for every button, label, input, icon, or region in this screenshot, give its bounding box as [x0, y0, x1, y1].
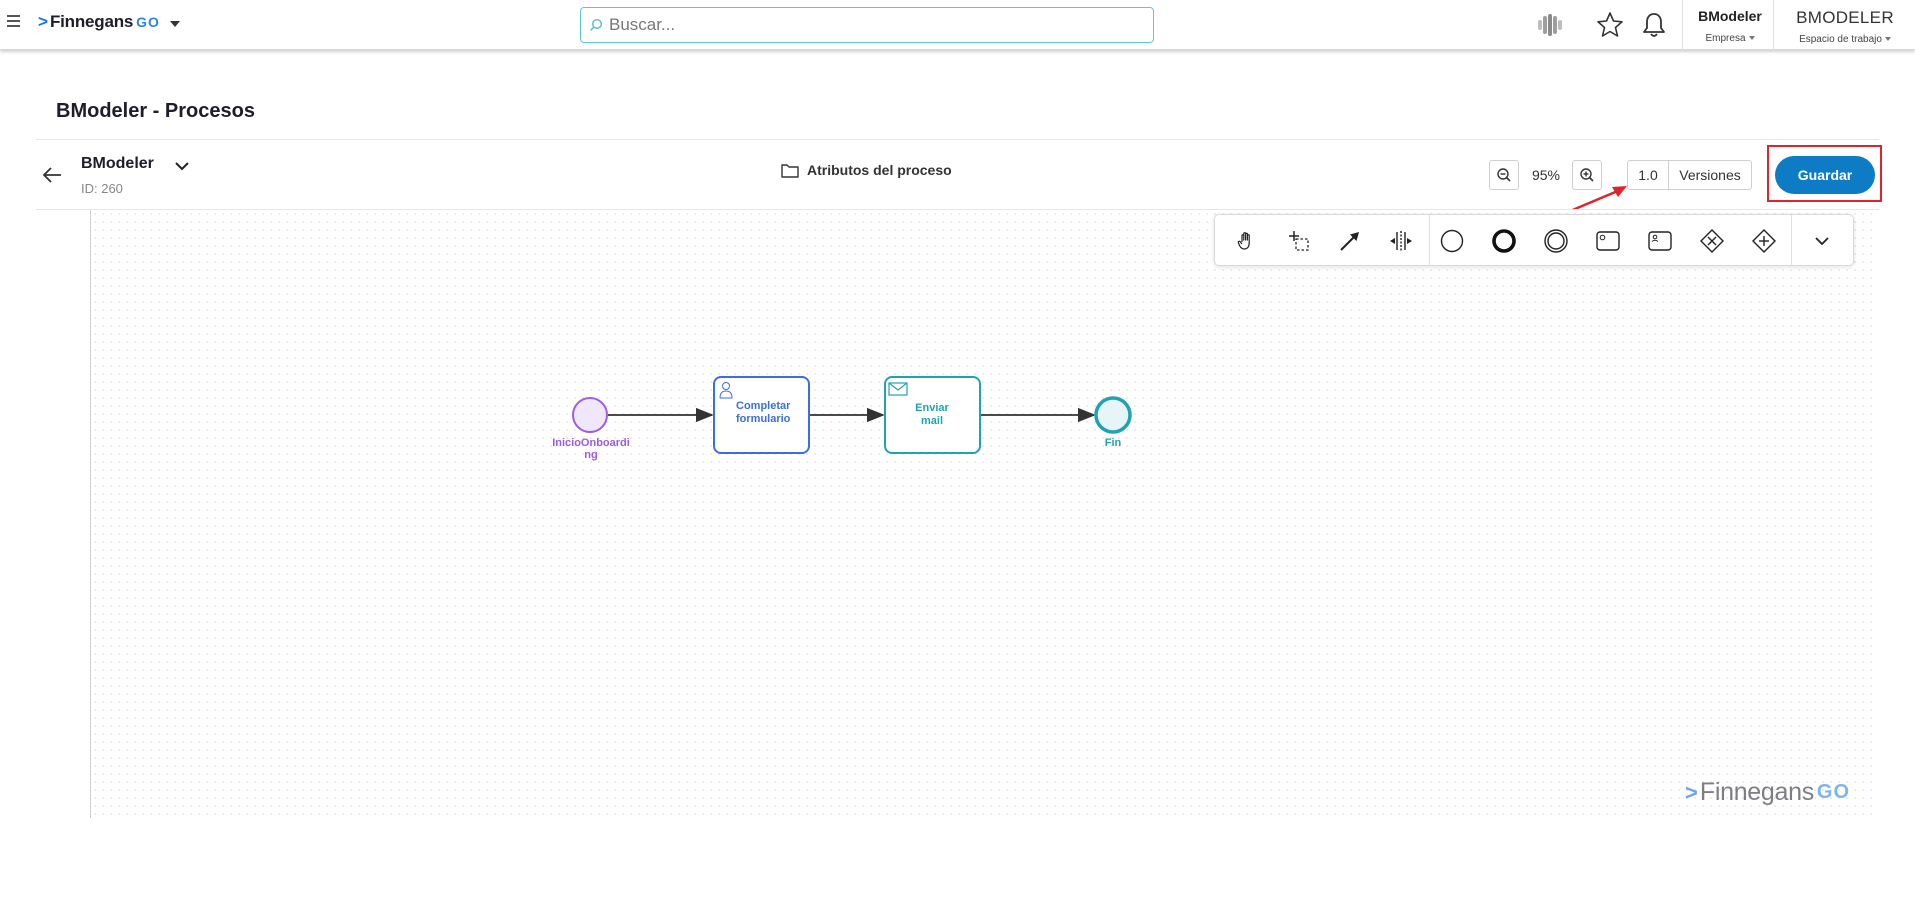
- zoom-in-icon: [1580, 168, 1594, 182]
- end-event-icon[interactable]: [1489, 226, 1519, 256]
- company-name: BModeler: [1698, 8, 1762, 24]
- more-chevron-icon[interactable]: [1807, 226, 1837, 256]
- save-button[interactable]: Guardar: [1775, 156, 1875, 194]
- start-event-label: InicioOnboarding: [552, 437, 630, 461]
- parallel-gateway-icon[interactable]: [1749, 226, 1779, 256]
- connect-tool-icon[interactable]: [1335, 226, 1365, 256]
- chevron-down-icon[interactable]: [171, 155, 193, 177]
- end-event-label: Fin: [1104, 437, 1122, 449]
- user-task-icon[interactable]: [1645, 226, 1675, 256]
- menu-icon[interactable]: [7, 15, 20, 27]
- page-title: BModeler - Procesos: [56, 100, 255, 122]
- watermark-logo: > Finnegans GO: [1685, 778, 1850, 807]
- search-box[interactable]: [580, 7, 1154, 43]
- model-id: ID: 260: [81, 181, 123, 196]
- palette-separator: [1429, 215, 1430, 265]
- workspace-caret-icon: [1884, 37, 1891, 42]
- task-label: Enviar mail: [915, 402, 949, 427]
- divider: [36, 139, 1879, 140]
- versions-button[interactable]: Versiones: [1669, 161, 1751, 189]
- exclusive-gateway-icon[interactable]: [1697, 226, 1727, 256]
- search-icon: [590, 18, 603, 31]
- model-name: BModeler: [81, 155, 154, 172]
- back-arrow-icon[interactable]: [40, 163, 64, 187]
- watermark-suffix: GO: [1816, 781, 1851, 803]
- assistant-icon[interactable]: [1534, 10, 1566, 40]
- company-label: Empresa: [1705, 33, 1746, 44]
- bell-icon[interactable]: [1638, 10, 1670, 40]
- process-attributes-button[interactable]: Atributos del proceso: [781, 162, 952, 178]
- zoom-level: 95%: [1531, 167, 1561, 183]
- watermark-brand: Finnegans: [1699, 778, 1814, 806]
- workspace-selector[interactable]: BMODELER Espacio de trabajo: [1780, 8, 1910, 45]
- logo-brand: Finnegans: [49, 12, 134, 31]
- hand-tool-icon[interactable]: [1232, 226, 1262, 256]
- top-bar: > Finnegans GO BModeler Empr: [0, 0, 1915, 50]
- zoom-out-icon: [1497, 168, 1511, 182]
- intermediate-event-icon[interactable]: [1541, 226, 1571, 256]
- logo-suffix: GO: [136, 14, 160, 30]
- version-group: 1.0 Versiones: [1627, 160, 1752, 190]
- version-number[interactable]: 1.0: [1628, 161, 1669, 189]
- app-logo[interactable]: > Finnegans GO: [38, 12, 180, 32]
- diagram-canvas[interactable]: [90, 210, 1875, 818]
- task-icon[interactable]: [1593, 226, 1623, 256]
- tool-palette: [1214, 214, 1854, 266]
- process-attributes-label: Atributos del proceso: [807, 162, 952, 178]
- watermark-chevron-icon: >: [1685, 779, 1698, 805]
- search-input[interactable]: [609, 15, 1129, 35]
- task-label: Completar formulario: [736, 400, 791, 425]
- lasso-tool-icon[interactable]: [1284, 226, 1314, 256]
- logo-chevron-icon: >: [38, 12, 48, 31]
- workspace-name: BMODELER: [1796, 8, 1894, 27]
- workspace-label: Espacio de trabajo: [1799, 34, 1882, 45]
- company-selector[interactable]: BModeler Empresa: [1688, 8, 1772, 44]
- caret-down-icon[interactable]: [169, 21, 180, 27]
- star-icon[interactable]: [1594, 10, 1626, 40]
- folder-icon: [781, 163, 799, 178]
- zoom-out-button[interactable]: [1489, 160, 1519, 190]
- palette-separator: [1791, 215, 1792, 265]
- company-caret-icon: [1748, 36, 1755, 41]
- topbar-divider: [1773, 0, 1774, 50]
- start-event-icon[interactable]: [1437, 226, 1467, 256]
- space-tool-icon[interactable]: [1386, 226, 1416, 256]
- topbar-divider: [1682, 0, 1683, 50]
